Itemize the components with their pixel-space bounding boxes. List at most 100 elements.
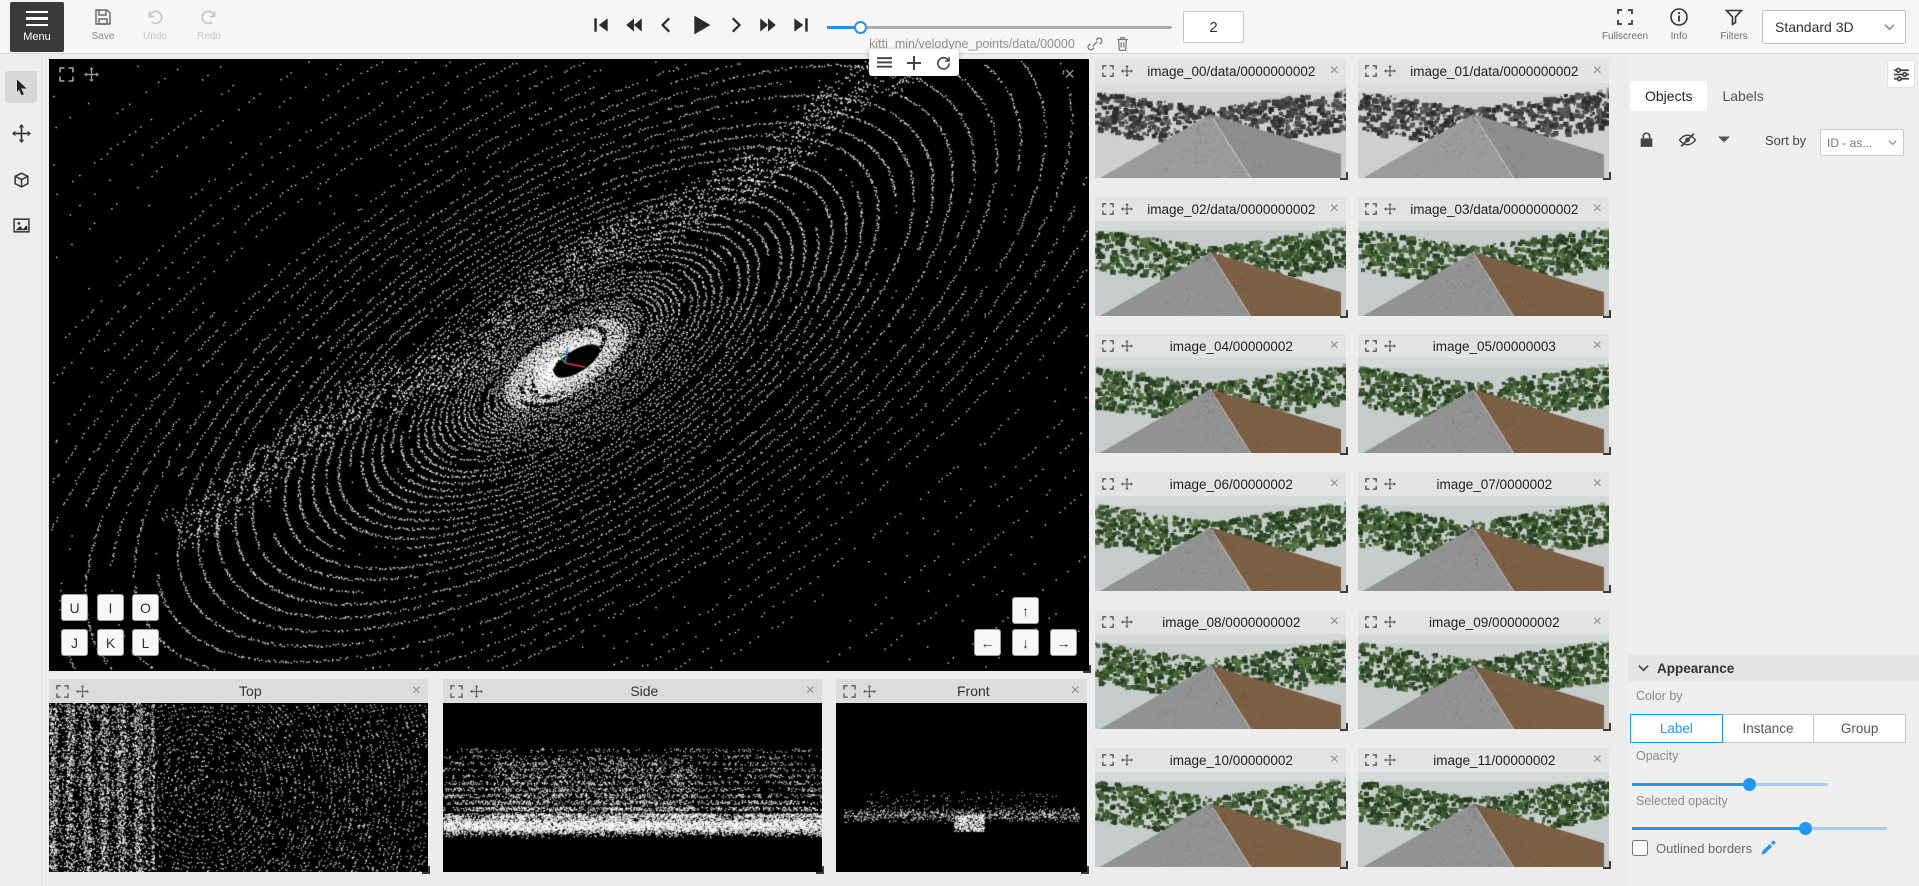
close-icon[interactable]: × xyxy=(1071,683,1080,699)
expand-panel-icon[interactable] xyxy=(1365,203,1377,215)
close-icon[interactable]: × xyxy=(806,683,815,699)
skip-to-end-button[interactable] xyxy=(791,15,811,35)
pan-left-button[interactable]: ← xyxy=(974,629,1001,656)
expand-panel-icon[interactable] xyxy=(1102,478,1114,490)
expand-panel-icon[interactable] xyxy=(1102,616,1114,628)
close-icon[interactable]: × xyxy=(412,683,421,699)
list-icon[interactable] xyxy=(877,56,892,69)
panel-settings-button[interactable] xyxy=(1887,60,1915,88)
move-panel-icon[interactable] xyxy=(863,685,876,698)
key-u-button[interactable]: U xyxy=(61,594,88,621)
tab-objects[interactable]: Objects xyxy=(1630,81,1707,111)
move-panel-icon[interactable] xyxy=(1384,340,1396,352)
resize-handle[interactable] xyxy=(1081,866,1089,874)
resize-handle[interactable] xyxy=(1603,447,1611,455)
pointcloud-3d-canvas[interactable] xyxy=(49,59,1089,671)
add-icon[interactable] xyxy=(907,56,921,70)
expand-panel-icon[interactable] xyxy=(56,685,69,698)
key-k-button[interactable]: K xyxy=(97,629,124,656)
close-icon[interactable]: × xyxy=(1330,614,1339,630)
camera-image[interactable] xyxy=(1095,221,1346,316)
close-icon[interactable]: × xyxy=(1593,476,1602,492)
slider-handle[interactable] xyxy=(1799,822,1812,835)
sort-order-select[interactable]: ID - as... xyxy=(1820,129,1904,156)
camera-image[interactable] xyxy=(1358,634,1609,729)
close-icon[interactable]: × xyxy=(1330,338,1339,354)
camera-image[interactable] xyxy=(1358,83,1609,178)
resize-handle[interactable] xyxy=(1340,861,1348,869)
resize-handle[interactable] xyxy=(1603,861,1611,869)
skip-to-start-button[interactable] xyxy=(591,15,611,35)
appearance-section-header[interactable]: Appearance xyxy=(1628,655,1919,681)
fullscreen-button[interactable]: Fullscreen xyxy=(1602,7,1648,42)
expand-panel-icon[interactable] xyxy=(59,67,74,82)
pan-down-button[interactable]: ↓ xyxy=(1012,629,1039,656)
close-icon[interactable]: × xyxy=(1593,614,1602,630)
expand-panel-icon[interactable] xyxy=(1365,65,1377,77)
close-icon[interactable]: × xyxy=(1330,201,1339,217)
expand-panel-icon[interactable] xyxy=(1102,65,1114,77)
move-panel-icon[interactable] xyxy=(1384,65,1396,77)
resize-handle[interactable] xyxy=(1603,310,1611,318)
resize-handle[interactable] xyxy=(1083,665,1091,673)
camera-image[interactable] xyxy=(1095,772,1346,867)
move-panel-icon[interactable] xyxy=(1384,754,1396,766)
view-mode-select[interactable]: Standard 3D xyxy=(1762,10,1906,44)
resize-handle[interactable] xyxy=(1603,172,1611,180)
close-icon[interactable]: × xyxy=(1330,63,1339,79)
camera-image[interactable] xyxy=(1358,358,1609,453)
link-icon[interactable] xyxy=(1087,36,1103,52)
expand-panel-icon[interactable] xyxy=(1365,616,1377,628)
expand-panel-icon[interactable] xyxy=(450,685,463,698)
filters-button[interactable]: Filters xyxy=(1714,7,1754,42)
expand-panel-icon[interactable] xyxy=(843,685,856,698)
color-by-label-button[interactable]: Label xyxy=(1630,714,1723,743)
key-i-button[interactable]: I xyxy=(97,594,124,621)
close-icon[interactable]: × xyxy=(1593,338,1602,354)
expand-panel-icon[interactable] xyxy=(1365,478,1377,490)
camera-image[interactable] xyxy=(1095,634,1346,729)
cuboid-tool-button[interactable] xyxy=(5,163,37,195)
pointcloud-front-canvas[interactable] xyxy=(836,703,1087,872)
fast-forward-button[interactable] xyxy=(757,15,779,35)
camera-image[interactable] xyxy=(1358,772,1609,867)
resize-handle[interactable] xyxy=(1340,310,1348,318)
save-button[interactable]: Save xyxy=(81,7,125,42)
selected-opacity-slider[interactable] xyxy=(1632,822,1887,835)
expand-options-chevron-icon[interactable] xyxy=(1718,136,1730,145)
color-picker-eyedropper-icon[interactable] xyxy=(1760,840,1776,856)
select-tool-button[interactable] xyxy=(5,71,37,103)
move-tool-button[interactable] xyxy=(5,117,37,149)
close-icon[interactable]: × xyxy=(1330,752,1339,768)
hide-all-eye-off-icon[interactable] xyxy=(1678,131,1697,149)
camera-image[interactable] xyxy=(1358,496,1609,591)
camera-image[interactable] xyxy=(1095,358,1346,453)
lock-icon[interactable] xyxy=(1638,131,1655,149)
pan-right-button[interactable]: → xyxy=(1050,629,1077,656)
timeline-handle[interactable] xyxy=(854,21,867,34)
expand-panel-icon[interactable] xyxy=(1102,340,1114,352)
move-panel-icon[interactable] xyxy=(1121,616,1133,628)
trash-icon[interactable] xyxy=(1115,36,1130,52)
close-icon[interactable]: × xyxy=(1330,476,1339,492)
pointcloud-top-canvas[interactable] xyxy=(49,703,428,872)
move-panel-icon[interactable] xyxy=(76,685,89,698)
move-panel-icon[interactable] xyxy=(1384,478,1396,490)
opacity-slider[interactable] xyxy=(1632,778,1828,791)
play-button[interactable] xyxy=(689,13,713,37)
expand-panel-icon[interactable] xyxy=(1365,754,1377,766)
move-panel-icon[interactable] xyxy=(1121,340,1133,352)
menu-button[interactable]: Menu xyxy=(10,2,64,52)
resize-handle[interactable] xyxy=(1340,172,1348,180)
resize-handle[interactable] xyxy=(422,866,430,874)
move-panel-icon[interactable] xyxy=(1121,65,1133,77)
move-panel-icon[interactable] xyxy=(1121,478,1133,490)
move-panel-icon[interactable] xyxy=(1121,754,1133,766)
slider-handle[interactable] xyxy=(1743,778,1756,791)
frame-number-input[interactable] xyxy=(1183,11,1244,43)
pointcloud-side-canvas[interactable] xyxy=(443,703,822,872)
color-by-group-button[interactable]: Group xyxy=(1813,714,1906,743)
close-icon[interactable]: × xyxy=(1593,201,1602,217)
timeline-slider[interactable] xyxy=(827,21,1172,34)
fast-backward-button[interactable] xyxy=(623,15,645,35)
